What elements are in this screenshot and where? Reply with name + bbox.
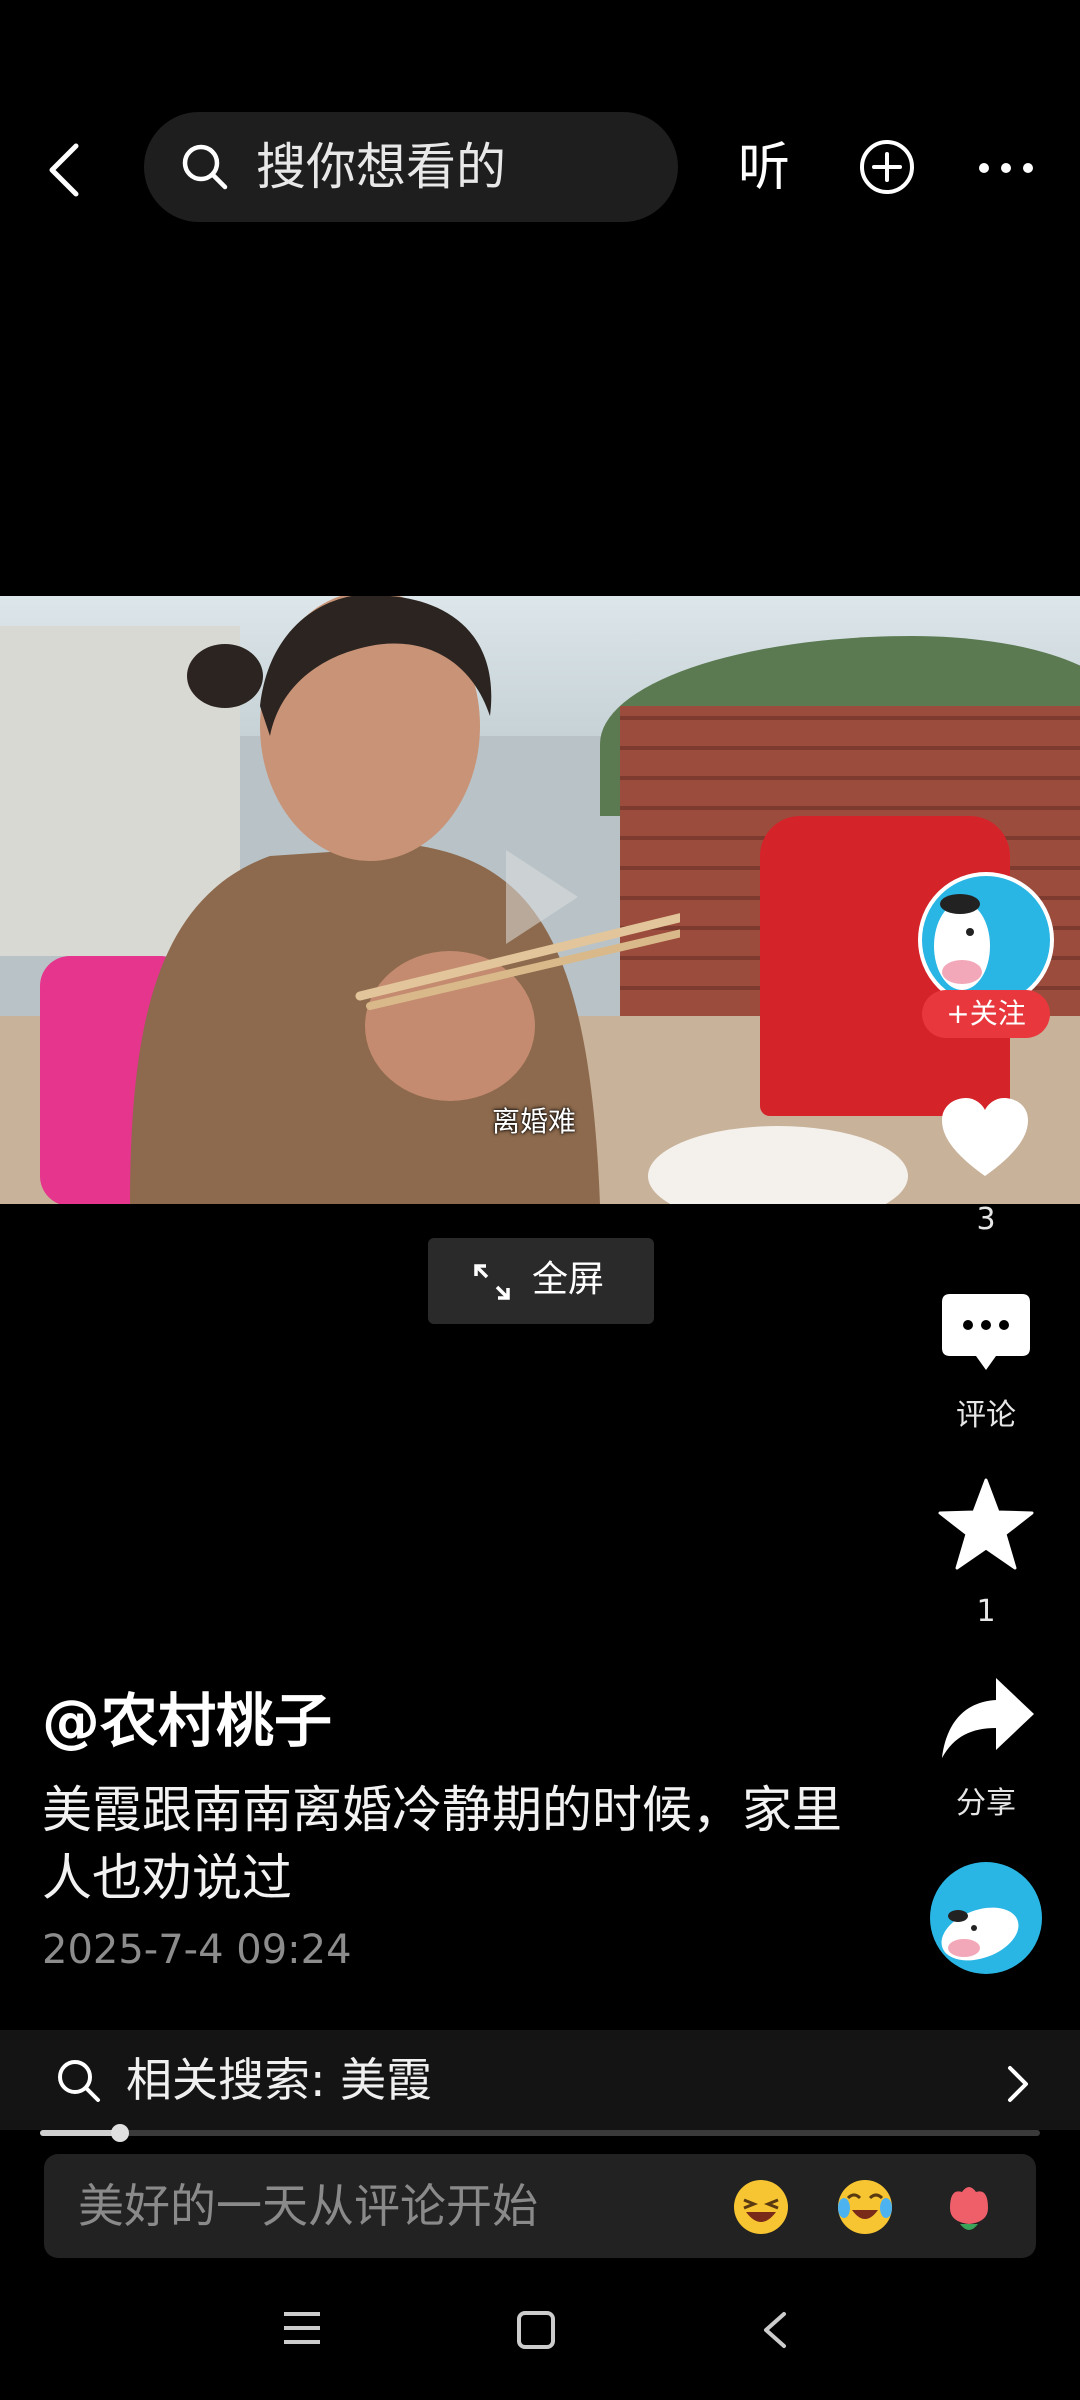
related-search-label: 相关搜索: 美霞 xyxy=(126,2053,433,2107)
comment-input[interactable]: 美好的一天从评论开始 xyxy=(44,2154,1036,2258)
cow-avatar-icon xyxy=(934,894,990,990)
cow-avatar-icon xyxy=(941,1907,1019,1961)
video-progress-bar[interactable] xyxy=(40,2124,1040,2142)
back-arrow-icon[interactable] xyxy=(40,140,90,200)
heart-icon[interactable] xyxy=(940,1096,1030,1180)
post-description: 美霞跟南南离婚冷静期的时候，家里人也劝说过 xyxy=(42,1781,842,1907)
post-date: 2025-7-4 09:24 xyxy=(42,1927,352,1973)
music-avatar[interactable] xyxy=(930,1862,1042,1974)
back-icon[interactable] xyxy=(760,2310,790,2350)
add-circle-icon[interactable] xyxy=(858,138,916,196)
comment-placeholder: 美好的一天从评论开始 xyxy=(78,2179,538,2233)
progress-fill xyxy=(40,2130,120,2136)
video-caption: 离婚难 xyxy=(492,1105,577,1138)
comment-label: 评论 xyxy=(956,1398,1016,1433)
progress-knob[interactable] xyxy=(111,2124,129,2142)
crying-laughing-emoji-icon[interactable] xyxy=(836,2178,894,2236)
menu-icon[interactable] xyxy=(282,2310,322,2346)
play-icon[interactable] xyxy=(496,842,586,952)
favorite-count: 1 xyxy=(976,1594,996,1629)
related-search-bar[interactable]: 相关搜索: 美霞 xyxy=(0,2030,1080,2130)
video-person xyxy=(130,596,680,1204)
author-avatar[interactable] xyxy=(918,872,1054,1008)
more-icon[interactable] xyxy=(976,160,1036,176)
share-label: 分享 xyxy=(956,1786,1016,1821)
chevron-right-icon xyxy=(1008,2066,1028,2102)
star-icon[interactable] xyxy=(936,1476,1036,1572)
search-icon xyxy=(182,144,228,190)
fullscreen-label: 全屏 xyxy=(532,1259,605,1300)
video-player[interactable]: 离婚难 xyxy=(0,596,1080,1204)
system-nav-bar xyxy=(0,2270,1080,2400)
share-icon[interactable] xyxy=(940,1674,1036,1760)
fullscreen-button[interactable]: 全屏 xyxy=(428,1238,654,1324)
comment-icon[interactable] xyxy=(940,1292,1032,1376)
follow-button[interactable]: +关注 xyxy=(922,990,1050,1038)
flower-emoji-icon[interactable] xyxy=(940,2178,998,2236)
author-name[interactable]: @农村桃子 xyxy=(42,1686,332,1756)
laughing-emoji-icon[interactable] xyxy=(732,2178,790,2236)
search-placeholder: 搜你想看的 xyxy=(256,138,506,196)
expand-icon xyxy=(474,1264,510,1300)
listen-button[interactable]: 听 xyxy=(738,138,790,198)
search-icon xyxy=(58,2060,100,2102)
search-box[interactable]: 搜你想看的 xyxy=(144,112,678,222)
home-square-icon[interactable] xyxy=(516,2310,556,2350)
like-count: 3 xyxy=(976,1202,996,1237)
